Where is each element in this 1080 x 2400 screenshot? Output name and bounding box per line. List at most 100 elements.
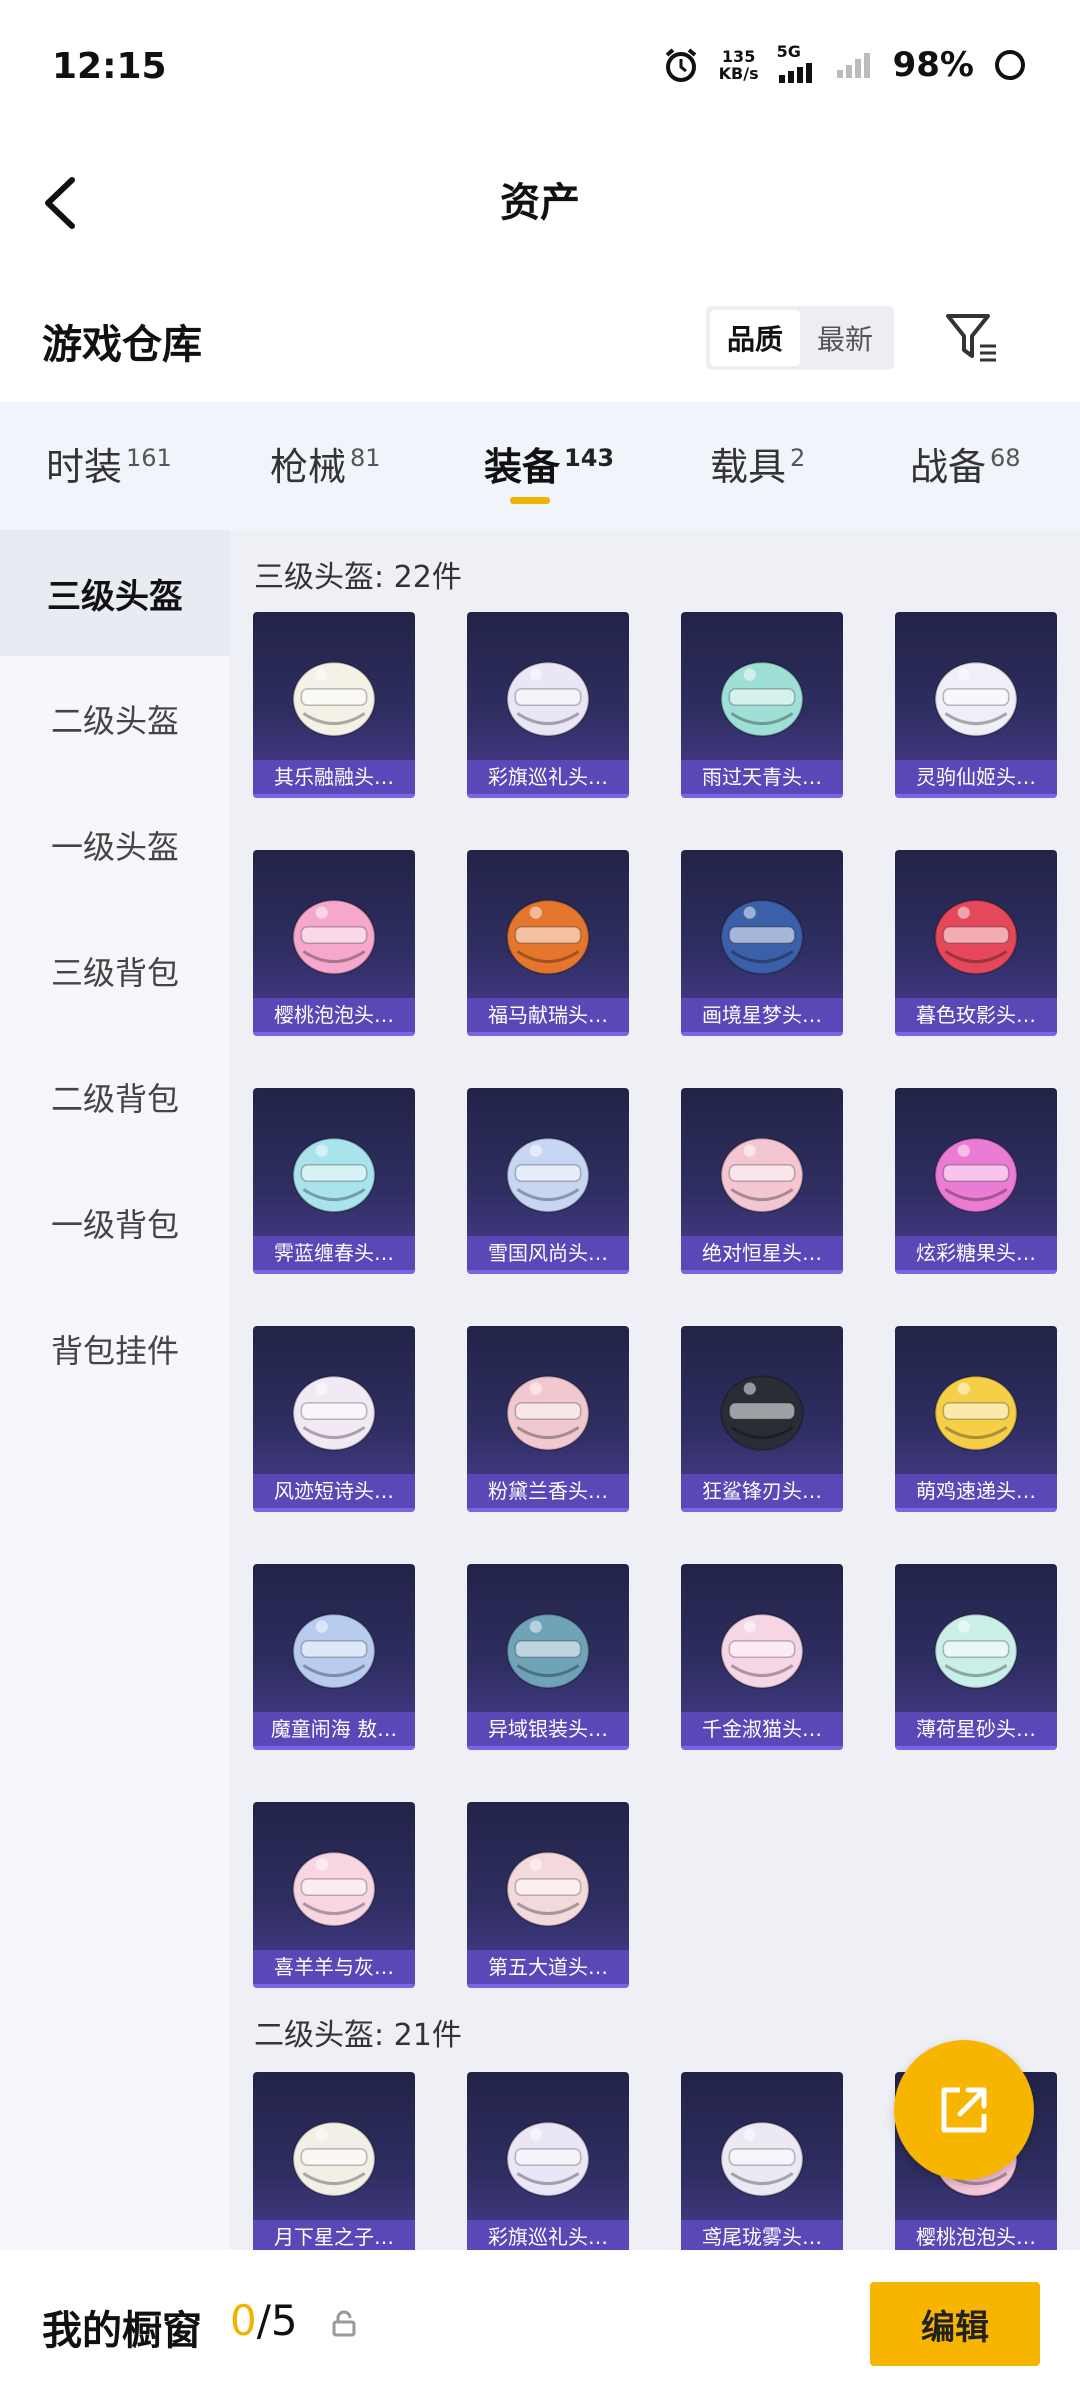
sidebar-item-backpack-charm[interactable]: 背包挂件 xyxy=(0,1286,230,1412)
sidebar-item-level3-backpack[interactable]: 三级背包 xyxy=(0,908,230,1034)
helmet-icon xyxy=(934,1137,1018,1213)
helmet-icon xyxy=(720,661,804,737)
helmet-item-tile[interactable]: 彩旗巡礼头… xyxy=(467,2072,629,2250)
helmet-item-tile[interactable]: 异域银装头… xyxy=(467,1564,629,1750)
helmet-item-name: 风迹短诗头… xyxy=(253,1474,415,1508)
helmet-icon xyxy=(292,899,376,975)
helmet-item-name: 狂鲨锋刃头… xyxy=(681,1474,843,1508)
share-button[interactable] xyxy=(894,2040,1034,2180)
helmet-item-tile[interactable]: 狂鲨锋刃头… xyxy=(681,1326,843,1512)
helmet-icon xyxy=(934,899,1018,975)
helmet-icon xyxy=(720,1613,804,1689)
helmet-icon xyxy=(506,1375,590,1451)
helmet-icon xyxy=(292,1137,376,1213)
helmet-item-tile[interactable]: 第五大道头… xyxy=(467,1802,629,1988)
helmet-item-tile[interactable]: 风迹短诗头… xyxy=(253,1326,415,1512)
alarm-icon xyxy=(665,47,696,82)
tab-fashion[interactable]: 时装 161 xyxy=(46,436,172,491)
status-time: 12:15 xyxy=(52,46,167,87)
status-icons: 135 KB/s 5G 98% xyxy=(661,42,1028,87)
page-header: 资产 xyxy=(0,140,1080,270)
sidebar-item-level3-helmet[interactable]: 三级头盔 xyxy=(0,530,230,656)
sidebar-item-level2-backpack[interactable]: 二级背包 xyxy=(0,1034,230,1160)
sort-toggle: 品质 最新 xyxy=(706,306,894,370)
helmet-item-name: 炫彩糖果头… xyxy=(895,1236,1057,1270)
helmet-icon xyxy=(934,1613,1018,1689)
sort-quality[interactable]: 品质 xyxy=(710,310,800,366)
helmet-icon xyxy=(934,661,1018,737)
helmet-icon xyxy=(506,899,590,975)
helmet-item-tile[interactable]: 霁蓝缠春头… xyxy=(253,1088,415,1274)
helmet-item-tile[interactable]: 炫彩糖果头… xyxy=(895,1088,1057,1274)
helmet-item-name: 雨过天青头… xyxy=(681,760,843,794)
helmet-item-tile[interactable]: 千金淑猫头… xyxy=(681,1564,843,1750)
helmet-item-name: 薄荷星砂头… xyxy=(895,1712,1057,1746)
helmet-icon xyxy=(720,899,804,975)
helmet-item-tile[interactable]: 月下星之子… xyxy=(253,2072,415,2250)
share-external-icon xyxy=(941,2087,987,2133)
edit-button[interactable]: 编辑 xyxy=(870,2282,1040,2366)
battery-ring-icon xyxy=(995,49,1025,80)
helmet-item-name: 粉黛兰香头… xyxy=(467,1474,629,1508)
sidebar-item-level1-backpack[interactable]: 一级背包 xyxy=(0,1160,230,1286)
helmet-item-tile[interactable]: 萌鸡速递头… xyxy=(895,1326,1057,1512)
filter-icon[interactable] xyxy=(940,306,1004,370)
sidebar: 三级头盔 二级头盔 一级头盔 三级背包 二级背包 一级背包 背包挂件 xyxy=(0,530,230,2250)
helmet-item-name: 其乐融融头… xyxy=(253,760,415,794)
helmet-item-tile[interactable]: 其乐融融头… xyxy=(253,612,415,798)
helmet-icon xyxy=(720,1375,804,1451)
helmet-item-name: 彩旗巡礼头… xyxy=(467,2220,629,2250)
helmet-item-tile[interactable]: 樱桃泡泡头… xyxy=(253,850,415,1036)
helmet-icon xyxy=(506,2121,590,2197)
helmet-item-tile[interactable]: 雨过天青头… xyxy=(681,612,843,798)
network-speed: 135 KB/s xyxy=(718,46,759,83)
helmet-item-tile[interactable]: 鸢尾珑雾头… xyxy=(681,2072,843,2250)
helmet-item-name: 樱桃泡泡头… xyxy=(253,998,415,1032)
helmet-item-name: 魔童闹海 敖… xyxy=(253,1712,415,1746)
tab-weapons[interactable]: 枪械 81 xyxy=(270,436,381,491)
sort-newest[interactable]: 最新 xyxy=(800,310,890,366)
helmet-icon xyxy=(506,1137,590,1213)
helmet-item-name: 千金淑猫头… xyxy=(681,1712,843,1746)
helmet-item-tile[interactable]: 喜羊羊与灰… xyxy=(253,1802,415,1988)
active-tab-indicator xyxy=(510,497,550,504)
signal-bars-icon xyxy=(778,63,812,83)
helmet-item-name: 彩旗巡礼头… xyxy=(467,760,629,794)
helmet-icon xyxy=(506,1613,590,1689)
sidebar-item-level1-helmet[interactable]: 一级头盔 xyxy=(0,782,230,908)
helmet-icon xyxy=(720,2121,804,2197)
status-bar: 12:15 135 KB/s 5G 98% xyxy=(0,0,1080,140)
helmet-item-name: 异域银装头… xyxy=(467,1712,629,1746)
helmet-item-name: 喜羊羊与灰… xyxy=(253,1950,415,1984)
helmet-item-tile[interactable]: 粉黛兰香头… xyxy=(467,1326,629,1512)
item-grid-area: 三级头盔: 22件 二级头盔: 21件 其乐融融头… 彩旗巡礼头… 雨过天青头… 灵驹… xyxy=(230,530,1080,2250)
tab-equipment[interactable]: 装备 143 xyxy=(484,436,614,491)
helmet-icon xyxy=(292,661,376,737)
helmet-item-name: 雪国风尚头… xyxy=(467,1236,629,1270)
helmet-item-tile[interactable]: 灵驹仙姬头… xyxy=(895,612,1057,798)
helmet-item-name: 霁蓝缠春头… xyxy=(253,1236,415,1270)
helmet-item-tile[interactable]: 福马献瑞头… xyxy=(467,850,629,1036)
sidebar-item-level2-helmet[interactable]: 二级头盔 xyxy=(0,656,230,782)
helmet-item-tile[interactable]: 绝对恒星头… xyxy=(681,1088,843,1274)
helmet-item-name: 樱桃泡泡头… xyxy=(895,2220,1057,2250)
helmet-item-tile[interactable]: 魔童闹海 敖… xyxy=(253,1564,415,1750)
showcase-count: 0/5 xyxy=(230,2296,298,2345)
helmet-item-tile[interactable]: 彩旗巡礼头… xyxy=(467,612,629,798)
helmet-item-tile[interactable]: 暮色玫影头… xyxy=(895,850,1057,1036)
page-title: 资产 xyxy=(500,180,580,226)
showcase-bar: 我的橱窗 0/5 编辑 xyxy=(0,2250,1080,2400)
tab-supplies[interactable]: 战备 68 xyxy=(910,436,1021,491)
helmet-item-tile[interactable]: 画境星梦头… xyxy=(681,850,843,1036)
category-tabs: 时装 161 枪械 81 装备 143 载具 2 战备 68 xyxy=(0,402,1080,530)
helmet-item-name: 福马献瑞头… xyxy=(467,998,629,1032)
helmet-item-name: 绝对恒星头… xyxy=(681,1236,843,1270)
helmet-icon xyxy=(506,661,590,737)
helmet-item-tile[interactable]: 薄荷星砂头… xyxy=(895,1564,1057,1750)
warehouse-title: 游戏仓库 xyxy=(42,322,202,368)
showcase-label: 我的橱窗 xyxy=(42,2308,202,2354)
helmet-item-name: 灵驹仙姬头… xyxy=(895,760,1057,794)
helmet-item-name: 画境星梦头… xyxy=(681,998,843,1032)
helmet-item-tile[interactable]: 雪国风尚头… xyxy=(467,1088,629,1274)
tab-vehicles[interactable]: 载具 2 xyxy=(710,436,805,491)
